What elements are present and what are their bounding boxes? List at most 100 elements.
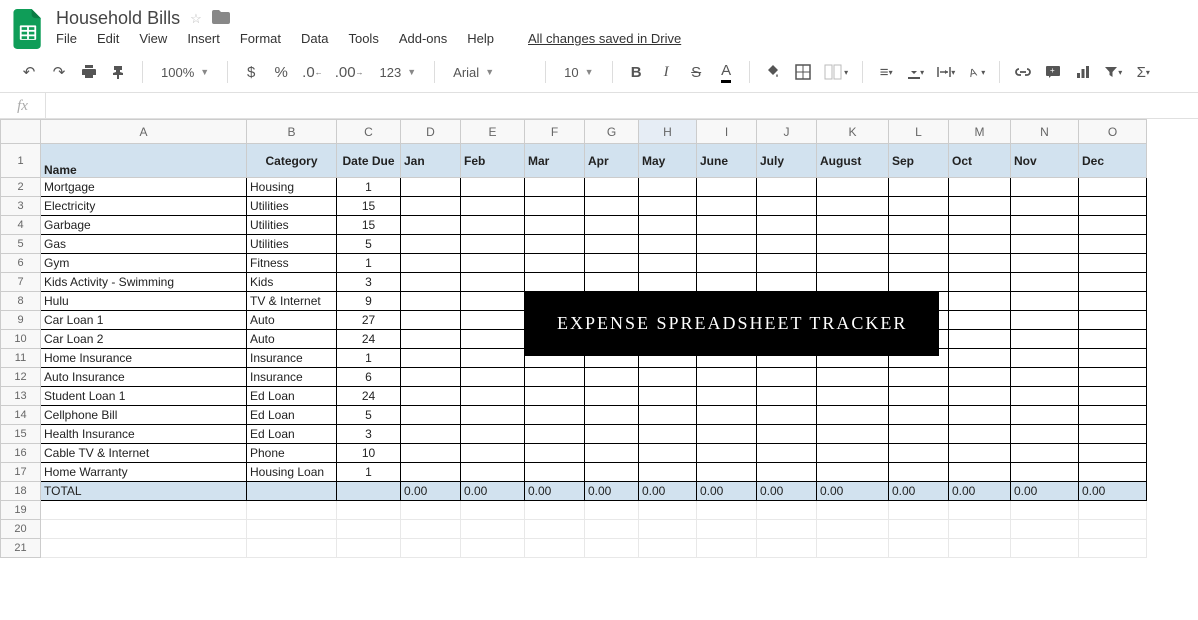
cell-F3[interactable]	[525, 197, 585, 216]
cell-E6[interactable]	[461, 254, 525, 273]
cell-F15[interactable]	[525, 425, 585, 444]
cell-E10[interactable]	[461, 330, 525, 349]
cell-H18[interactable]: 0.00	[639, 482, 697, 501]
cell-K5[interactable]	[817, 235, 889, 254]
cell-E19[interactable]	[461, 501, 525, 520]
cell-D16[interactable]	[401, 444, 461, 463]
cell-H19[interactable]	[639, 501, 697, 520]
cell-L2[interactable]	[889, 178, 949, 197]
cell-E14[interactable]	[461, 406, 525, 425]
col-header-M[interactable]: M	[949, 120, 1011, 144]
cell-B7[interactable]: Kids	[247, 273, 337, 292]
cell-K12[interactable]	[817, 368, 889, 387]
cell-L12[interactable]	[889, 368, 949, 387]
cell-D9[interactable]	[401, 311, 461, 330]
cell-F1[interactable]: Mar	[525, 144, 585, 178]
cell-I16[interactable]	[697, 444, 757, 463]
cell-K2[interactable]	[817, 178, 889, 197]
cell-B10[interactable]: Auto	[247, 330, 337, 349]
row-header-8[interactable]: 8	[1, 292, 41, 311]
cell-O10[interactable]	[1079, 330, 1147, 349]
row-header-2[interactable]: 2	[1, 178, 41, 197]
menu-insert[interactable]: Insert	[187, 31, 220, 46]
cell-A19[interactable]	[41, 501, 247, 520]
cell-O19[interactable]	[1079, 501, 1147, 520]
link-button[interactable]	[1010, 58, 1036, 86]
cell-D17[interactable]	[401, 463, 461, 482]
cell-J3[interactable]	[757, 197, 817, 216]
cell-N13[interactable]	[1011, 387, 1079, 406]
cell-K3[interactable]	[817, 197, 889, 216]
cell-I7[interactable]	[697, 273, 757, 292]
cell-G15[interactable]	[585, 425, 639, 444]
currency-button[interactable]: $	[238, 58, 264, 86]
percent-button[interactable]: %	[268, 58, 294, 86]
cell-I2[interactable]	[697, 178, 757, 197]
cell-E11[interactable]	[461, 349, 525, 368]
cell-I20[interactable]	[697, 520, 757, 539]
row-header-9[interactable]: 9	[1, 311, 41, 330]
cell-G2[interactable]	[585, 178, 639, 197]
cell-M18[interactable]: 0.00	[949, 482, 1011, 501]
cell-I4[interactable]	[697, 216, 757, 235]
cell-E15[interactable]	[461, 425, 525, 444]
cell-F19[interactable]	[525, 501, 585, 520]
bold-button[interactable]: B	[623, 58, 649, 86]
row-header-7[interactable]: 7	[1, 273, 41, 292]
cell-J19[interactable]	[757, 501, 817, 520]
cell-C5[interactable]: 5	[337, 235, 401, 254]
cell-A6[interactable]: Gym	[41, 254, 247, 273]
cell-F2[interactable]	[525, 178, 585, 197]
decrease-decimal-button[interactable]: .0←	[298, 58, 327, 86]
cell-M13[interactable]	[949, 387, 1011, 406]
cell-I1[interactable]: June	[697, 144, 757, 178]
row-header-14[interactable]: 14	[1, 406, 41, 425]
cell-E3[interactable]	[461, 197, 525, 216]
cell-H12[interactable]	[639, 368, 697, 387]
cell-N14[interactable]	[1011, 406, 1079, 425]
menu-tools[interactable]: Tools	[348, 31, 378, 46]
row-header-12[interactable]: 12	[1, 368, 41, 387]
cell-I3[interactable]	[697, 197, 757, 216]
cell-K17[interactable]	[817, 463, 889, 482]
cell-O17[interactable]	[1079, 463, 1147, 482]
cell-J16[interactable]	[757, 444, 817, 463]
merge-button[interactable]: ▾	[820, 58, 852, 86]
cell-F16[interactable]	[525, 444, 585, 463]
cell-F4[interactable]	[525, 216, 585, 235]
doc-title[interactable]: Household Bills	[56, 8, 180, 29]
cell-M14[interactable]	[949, 406, 1011, 425]
cell-H20[interactable]	[639, 520, 697, 539]
cell-G5[interactable]	[585, 235, 639, 254]
cell-C7[interactable]: 3	[337, 273, 401, 292]
cell-H14[interactable]	[639, 406, 697, 425]
cell-B16[interactable]: Phone	[247, 444, 337, 463]
cell-L17[interactable]	[889, 463, 949, 482]
cell-L14[interactable]	[889, 406, 949, 425]
cell-L16[interactable]	[889, 444, 949, 463]
cell-K1[interactable]: August	[817, 144, 889, 178]
cell-K18[interactable]: 0.00	[817, 482, 889, 501]
cell-L5[interactable]	[889, 235, 949, 254]
cell-C2[interactable]: 1	[337, 178, 401, 197]
cell-I6[interactable]	[697, 254, 757, 273]
cell-C11[interactable]: 1	[337, 349, 401, 368]
italic-button[interactable]: I	[653, 58, 679, 86]
col-header-K[interactable]: K	[817, 120, 889, 144]
cell-M7[interactable]	[949, 273, 1011, 292]
cell-A18[interactable]: TOTAL	[41, 482, 247, 501]
menu-view[interactable]: View	[139, 31, 167, 46]
cell-H21[interactable]	[639, 539, 697, 558]
saved-status[interactable]: All changes saved in Drive	[528, 31, 681, 46]
row-header-16[interactable]: 16	[1, 444, 41, 463]
cell-C16[interactable]: 10	[337, 444, 401, 463]
cell-N12[interactable]	[1011, 368, 1079, 387]
text-color-button[interactable]: A	[713, 58, 739, 86]
cell-E21[interactable]	[461, 539, 525, 558]
cell-K6[interactable]	[817, 254, 889, 273]
cell-I17[interactable]	[697, 463, 757, 482]
cell-B19[interactable]	[247, 501, 337, 520]
cell-A20[interactable]	[41, 520, 247, 539]
cell-N4[interactable]	[1011, 216, 1079, 235]
cell-O6[interactable]	[1079, 254, 1147, 273]
